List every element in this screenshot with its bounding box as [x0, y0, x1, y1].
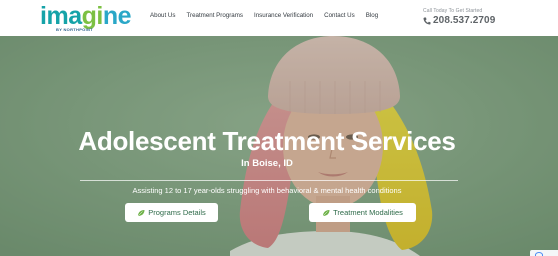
nav-item-insurance-verification[interactable]: Insurance Verification: [254, 12, 313, 19]
phone-number: 208.537.2709: [433, 15, 496, 26]
nav-item-contact-us[interactable]: Contact Us: [324, 12, 355, 19]
programs-details-button[interactable]: Programs Details: [125, 203, 218, 222]
logo-subline: BY NORTHPOINT: [56, 27, 93, 32]
hero-subtitle: Assisting 12 to 17 year-olds struggling …: [132, 186, 402, 195]
phone-icon: [423, 17, 431, 24]
recaptcha-badge[interactable]: [530, 250, 558, 256]
hero-divider: [80, 180, 458, 181]
site-header: imagine BY NORTHPOINT About Us Treatment…: [0, 0, 558, 36]
treatment-modalities-button[interactable]: Treatment Modalities: [309, 203, 416, 222]
cta-label: Call Today To Get Started: [423, 8, 483, 14]
treatment-modalities-label: Treatment Modalities: [333, 208, 403, 217]
main-nav: About Us Treatment Programs Insurance Ve…: [150, 12, 389, 19]
cta-phone[interactable]: 208.537.2709: [423, 15, 495, 26]
programs-details-label: Programs Details: [148, 208, 206, 217]
leaf-icon: [322, 209, 330, 216]
hero-title: Adolescent Treatment Services: [78, 126, 456, 156]
hero-location: In Boise, ID: [241, 158, 293, 169]
imagine-logo[interactable]: imagine BY NORTHPOINT: [40, 2, 138, 32]
leaf-icon: [138, 209, 145, 216]
nav-item-blog[interactable]: Blog: [366, 12, 378, 19]
hero-banner: Adolescent Treatment Services In Boise, …: [0, 36, 558, 256]
recaptcha-icon: [535, 252, 543, 256]
call-to-action[interactable]: Call Today To Get Started 208.537.2709: [423, 8, 495, 26]
nav-item-about-us[interactable]: About Us: [150, 12, 175, 19]
nav-item-treatment-programs[interactable]: Treatment Programs: [186, 12, 243, 19]
